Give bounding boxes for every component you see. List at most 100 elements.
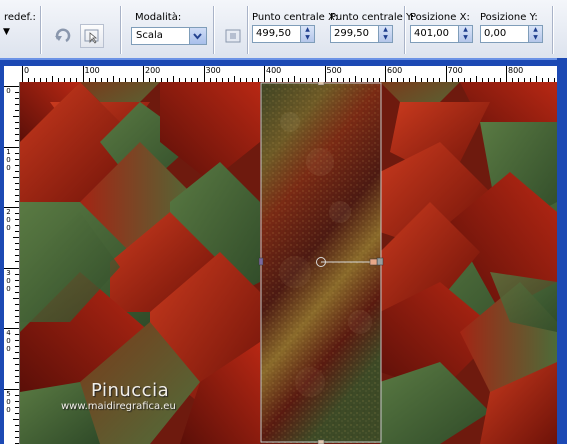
ruler-minor-tick bbox=[15, 400, 19, 402]
ruler-major-tick bbox=[445, 66, 447, 82]
center-y-field[interactable]: 299,50 ▲ ▼ bbox=[330, 25, 393, 43]
ruler-minor-tick bbox=[15, 321, 19, 323]
mode-value: Scala bbox=[136, 30, 163, 41]
ruler-minor-tick bbox=[15, 436, 19, 438]
spin-down-icon[interactable]: ▼ bbox=[459, 34, 472, 42]
ruler-major-tick bbox=[324, 66, 326, 82]
ruler-minor-tick bbox=[15, 158, 19, 160]
ruler-minor-tick bbox=[15, 231, 19, 233]
pos-y-field[interactable]: 0,00 ▲ ▼ bbox=[480, 25, 543, 43]
rotation-handle bbox=[369, 258, 378, 266]
pos-y-spinner[interactable]: ▲ ▼ bbox=[528, 26, 542, 42]
center-icon bbox=[225, 29, 241, 43]
ruler-minor-tick bbox=[15, 249, 19, 251]
ruler-minor-tick bbox=[13, 297, 19, 299]
ruler-minor-tick bbox=[15, 92, 19, 94]
resize-handle-bottom bbox=[317, 439, 325, 444]
mode-select[interactable]: Scala bbox=[131, 27, 207, 45]
apply-button[interactable] bbox=[80, 24, 104, 48]
pos-x-field[interactable]: 401,00 ▲ ▼ bbox=[410, 25, 473, 43]
ruler-minor-tick bbox=[15, 394, 19, 396]
resize-handle-left bbox=[258, 257, 264, 266]
ruler-minor-tick bbox=[15, 164, 19, 166]
ruler-minor-tick bbox=[15, 346, 19, 348]
ruler-h-label: 400 bbox=[266, 66, 282, 75]
ruler-v-label: 5 bbox=[6, 389, 11, 398]
center-x-spinner[interactable]: ▲ ▼ bbox=[300, 26, 314, 42]
watermark-url: www.maidiregrafica.eu bbox=[61, 401, 176, 412]
mode-label: Modalità: bbox=[135, 12, 182, 23]
window-frame-right bbox=[557, 58, 567, 444]
spin-up-icon[interactable]: ▲ bbox=[379, 26, 392, 34]
ruler-minor-tick bbox=[15, 110, 19, 112]
ruler-minor-tick bbox=[15, 140, 19, 142]
ruler-minor-tick bbox=[15, 219, 19, 221]
reset-icon bbox=[55, 28, 71, 43]
ruler-minor-tick bbox=[15, 309, 19, 311]
spin-down-icon[interactable]: ▼ bbox=[301, 34, 314, 42]
center-x-field[interactable]: 499,50 ▲ ▼ bbox=[252, 25, 315, 43]
ruler-minor-tick bbox=[15, 152, 19, 154]
ruler-h-label: 500 bbox=[326, 66, 342, 75]
ruler-minor-tick bbox=[15, 213, 19, 215]
ruler-minor-tick bbox=[13, 418, 19, 420]
ruler-v-label: 4 bbox=[6, 329, 11, 337]
ruler-minor-tick bbox=[15, 98, 19, 100]
ruler-minor-tick bbox=[15, 315, 19, 317]
ruler-minor-tick bbox=[15, 261, 19, 263]
ruler-minor-tick bbox=[15, 134, 19, 136]
toolbar-separator bbox=[40, 6, 42, 54]
ruler-minor-tick bbox=[15, 412, 19, 414]
spin-up-icon[interactable]: ▲ bbox=[529, 26, 542, 34]
ruler-minor-tick bbox=[15, 279, 19, 281]
ruler-minor-tick bbox=[15, 352, 19, 354]
spin-up-icon[interactable]: ▲ bbox=[459, 26, 472, 34]
ruler-v-label: 0 bbox=[6, 87, 11, 95]
toolbar-separator bbox=[213, 6, 215, 54]
pos-y-value: 0,00 bbox=[484, 28, 507, 39]
document-title-bar bbox=[0, 58, 567, 66]
reset-button[interactable] bbox=[51, 24, 75, 48]
ruler-corner bbox=[4, 66, 20, 83]
center-object-button[interactable] bbox=[221, 24, 245, 48]
ruler-major-tick bbox=[264, 66, 265, 82]
ruler-minor-tick bbox=[15, 243, 19, 245]
ruler-v-label: 0 bbox=[6, 216, 11, 224]
resize-handle-top bbox=[317, 82, 325, 86]
ruler-h-label: 300 bbox=[205, 66, 221, 75]
ruler-h-label: 600 bbox=[387, 66, 403, 75]
center-y-spinner[interactable]: ▲ ▼ bbox=[378, 26, 392, 42]
ruler-major-tick bbox=[82, 66, 84, 82]
spin-up-icon[interactable]: ▲ bbox=[301, 26, 314, 34]
ruler-minor-tick bbox=[15, 225, 19, 227]
resize-handle-right bbox=[376, 257, 384, 266]
ruler-major-tick bbox=[22, 66, 23, 82]
horizontal-ruler: 0 100 200 300 400 500 600 700 800 bbox=[19, 66, 557, 83]
ruler-v-label: 0 bbox=[6, 337, 11, 345]
spin-down-icon[interactable]: ▼ bbox=[379, 34, 392, 42]
ruler-minor-tick bbox=[15, 122, 19, 124]
toolbar-separator bbox=[247, 6, 249, 54]
ruler-v-label: 0 bbox=[6, 405, 11, 414]
spin-down-icon[interactable]: ▼ bbox=[529, 34, 542, 42]
ruler-minor-tick bbox=[15, 273, 19, 275]
ruler-minor-tick bbox=[15, 334, 19, 336]
ruler-v-label: 0 bbox=[6, 345, 11, 353]
ruler-h-label: 100 bbox=[84, 66, 100, 75]
ruler-minor-tick bbox=[15, 364, 19, 366]
ruler-minor-tick bbox=[15, 285, 19, 287]
ruler-minor-tick bbox=[15, 128, 19, 130]
ruler-minor-tick bbox=[15, 255, 19, 257]
toolbar-separator bbox=[552, 6, 554, 54]
pick-tool-icon bbox=[84, 29, 99, 44]
pos-x-spinner[interactable]: ▲ ▼ bbox=[458, 26, 472, 42]
ruler-minor-tick bbox=[15, 430, 19, 432]
image-canvas[interactable]: Pinuccia www.maidiregrafica.eu bbox=[20, 82, 557, 444]
ruler-v-label: 0 bbox=[6, 397, 11, 406]
chevron-down-icon[interactable] bbox=[189, 28, 206, 44]
ruler-minor-tick bbox=[15, 188, 19, 190]
pos-x-label: Posizione X: bbox=[410, 12, 470, 23]
center-y-label: Punto centrale Y: bbox=[330, 12, 415, 23]
toolbar-separator bbox=[404, 6, 406, 54]
preset-dropdown-icon[interactable]: ▼ bbox=[3, 27, 10, 37]
